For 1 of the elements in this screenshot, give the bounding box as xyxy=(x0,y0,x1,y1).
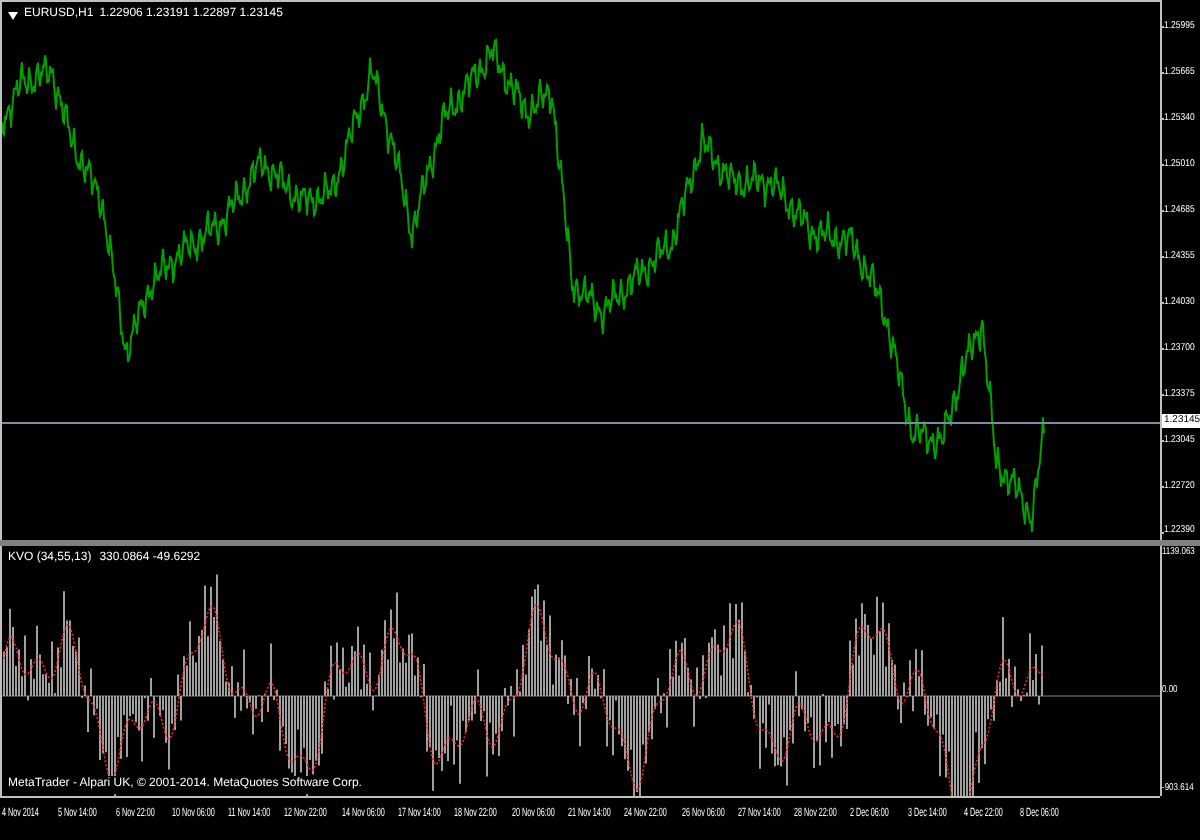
triangle-icon xyxy=(8,11,18,19)
